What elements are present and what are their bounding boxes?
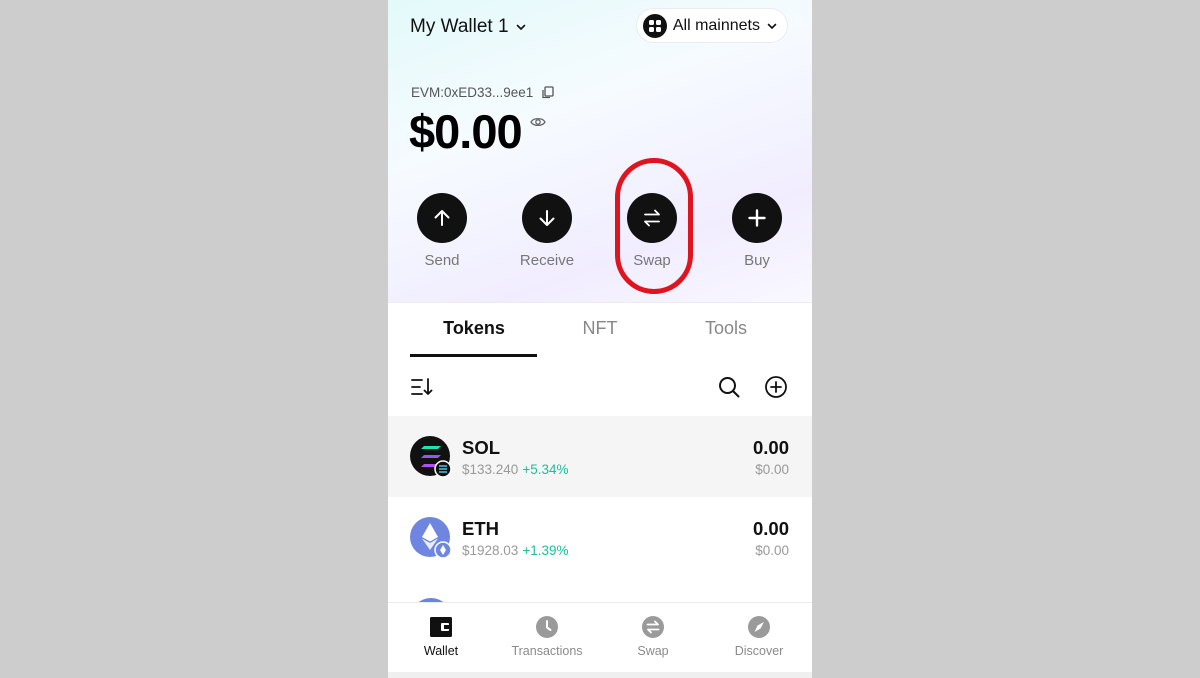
wallet-icon: [429, 615, 453, 639]
wallet-app-screen: My Wallet 1 All mainnets EVM:0xED33...9e…: [388, 0, 812, 678]
nav-label: Wallet: [423, 644, 459, 658]
clock-icon: [535, 615, 559, 639]
arrow-down-icon: [522, 193, 572, 243]
token-price-value: $133.240: [462, 462, 519, 477]
token-value: $0.00: [755, 543, 789, 558]
eye-icon[interactable]: [529, 116, 546, 128]
network-selector[interactable]: All mainnets: [635, 8, 788, 43]
token-change: +1.39%: [522, 543, 569, 558]
swap-icon: [627, 193, 677, 243]
total-balance: $0.00: [409, 104, 546, 159]
chevron-down-icon: [767, 23, 777, 29]
nav-discover[interactable]: Discover: [706, 615, 812, 658]
nav-label: Discover: [734, 644, 784, 658]
bottom-navigation: Wallet Transactions Swap Discover: [388, 602, 812, 672]
token-symbol: SOL: [462, 437, 501, 458]
swap-button[interactable]: Swap: [612, 193, 692, 269]
token-symbol: ETH: [462, 518, 499, 539]
tab-nft[interactable]: NFT: [537, 318, 663, 339]
wallet-name: My Wallet 1: [410, 16, 509, 37]
eth-logo-icon: [410, 517, 452, 559]
buy-button[interactable]: Buy: [717, 193, 797, 269]
address-text: EVM:0xED33...9ee1: [411, 85, 534, 100]
token-change: +5.34%: [522, 462, 569, 477]
send-button[interactable]: Send: [402, 193, 482, 269]
network-label: All mainnets: [672, 16, 760, 34]
tab-tokens[interactable]: Tokens: [411, 318, 537, 339]
token-price-value: $1928.03: [462, 543, 519, 558]
plus-icon: [732, 193, 782, 243]
receive-button[interactable]: Receive: [507, 193, 587, 269]
token-amount: 0.00: [752, 518, 789, 539]
token-amount: 0.00: [752, 437, 789, 458]
sort-icon[interactable]: [410, 375, 434, 399]
grid-icon: [642, 13, 667, 38]
sol-logo-icon: [410, 436, 452, 478]
wallet-header-panel: My Wallet 1 All mainnets EVM:0xED33...9e…: [388, 0, 812, 302]
token-row-eth[interactable]: ETH $1928.03 +1.39% 0.00 $0.00: [388, 497, 812, 578]
swap-label: Swap: [633, 252, 671, 269]
token-price: $1928.03 +1.39%: [462, 543, 568, 558]
nav-label: Swap: [637, 644, 669, 658]
buy-label: Buy: [744, 252, 770, 269]
add-token-icon[interactable]: [764, 375, 788, 399]
token-row-sol[interactable]: SOL $133.240 +5.34% 0.00 $0.00: [388, 416, 812, 497]
copy-icon[interactable]: [541, 86, 554, 99]
search-icon[interactable]: [717, 375, 741, 399]
tab-tools[interactable]: Tools: [663, 318, 789, 339]
token-value: $0.00: [755, 462, 789, 477]
token-price: $133.240 +5.34%: [462, 462, 568, 477]
swap-icon: [641, 615, 665, 639]
home-indicator-bar: [388, 672, 812, 678]
wallet-selector[interactable]: My Wallet 1: [410, 16, 527, 38]
nav-label: Transactions: [511, 644, 583, 658]
receive-label: Receive: [519, 252, 575, 269]
wallet-address: EVM:0xED33...9ee1: [411, 85, 554, 100]
nav-transactions[interactable]: Transactions: [494, 615, 600, 658]
nav-swap[interactable]: Swap: [600, 615, 706, 658]
chevron-down-icon: [516, 24, 525, 30]
nav-wallet[interactable]: Wallet: [388, 615, 494, 658]
compass-icon: [747, 615, 771, 639]
arrow-up-icon: [417, 193, 467, 243]
active-tab-indicator: [410, 354, 537, 357]
balance-value: $0.00: [409, 105, 523, 158]
divider: [388, 302, 812, 303]
send-label: Send: [424, 252, 460, 269]
